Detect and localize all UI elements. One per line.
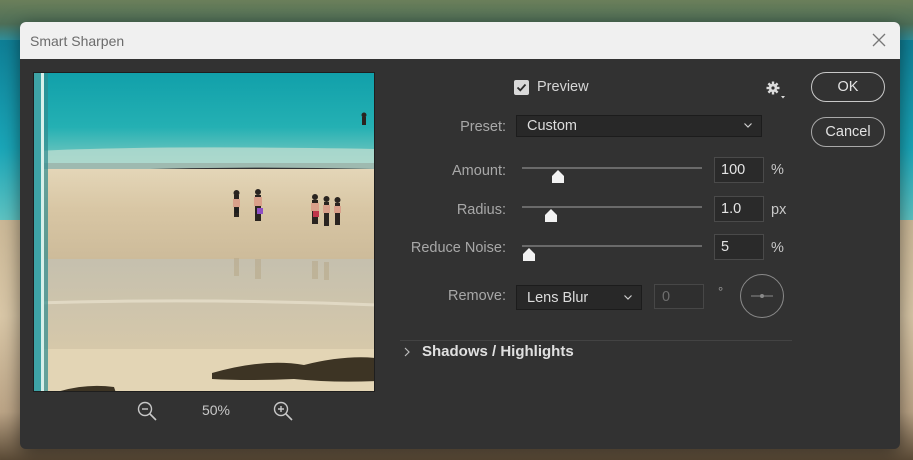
remove-label: Remove:	[447, 288, 506, 304]
title-bar[interactable]: Smart Sharpen	[20, 22, 900, 59]
amount-label: Amount:	[452, 163, 506, 179]
preset-value: Custom	[527, 118, 577, 134]
radius-label: Radius:	[456, 202, 506, 218]
chevron-right-icon	[404, 347, 410, 356]
remove-value: Lens Blur	[527, 289, 589, 306]
amount-input[interactable]: 100	[714, 157, 764, 183]
preset-select[interactable]: Custom	[516, 115, 762, 137]
chevron-down-icon	[624, 295, 632, 300]
radius-input[interactable]: 1.0	[714, 196, 764, 222]
slider-track	[522, 245, 702, 247]
settings-menu-button[interactable]	[764, 79, 788, 101]
zoom-bar: 50%	[33, 400, 375, 422]
zoom-in-icon	[273, 401, 293, 421]
chevron-down-icon	[744, 123, 752, 128]
angle-unit: °	[718, 284, 724, 299]
slider-thumb-icon[interactable]	[551, 170, 565, 184]
radius-slider[interactable]	[522, 199, 702, 223]
angle-dial-icon	[740, 274, 784, 318]
checkbox-check-icon	[516, 83, 527, 92]
ok-button[interactable]: OK	[811, 72, 885, 102]
preview-checkbox[interactable]	[514, 79, 529, 95]
preview-image[interactable]	[33, 72, 375, 392]
zoom-out-button[interactable]	[136, 400, 158, 422]
slider-thumb-icon[interactable]	[522, 248, 536, 262]
section-divider	[400, 340, 792, 341]
reduce-noise-slider[interactable]	[522, 238, 702, 262]
angle-dial[interactable]	[739, 273, 785, 319]
cancel-button[interactable]: Cancel	[811, 117, 885, 147]
close-button[interactable]	[870, 31, 888, 49]
preset-label: Preset:	[460, 119, 506, 135]
smart-sharpen-dialog: Smart Sharpen 50% Preview OK Cancel Pres…	[20, 22, 900, 449]
zoom-in-button[interactable]	[272, 400, 294, 422]
reduce-noise-input[interactable]: 5	[714, 234, 764, 260]
preview-toggle[interactable]: Preview	[514, 79, 589, 95]
shadows-highlights-label: Shadows / Highlights	[422, 343, 574, 360]
slider-track	[522, 206, 702, 208]
slider-thumb-icon[interactable]	[544, 209, 558, 223]
radius-unit: px	[771, 202, 787, 218]
reduce-noise-unit: %	[771, 240, 784, 256]
remove-select[interactable]: Lens Blur	[516, 285, 642, 310]
zoom-out-icon	[137, 401, 157, 421]
amount-slider[interactable]	[522, 160, 702, 184]
beach-preview	[34, 73, 374, 391]
close-icon	[872, 33, 886, 47]
gear-icon	[766, 81, 785, 99]
shadows-highlights-toggle[interactable]: Shadows / Highlights	[402, 343, 574, 360]
dialog-title: Smart Sharpen	[30, 32, 125, 49]
preview-label: Preview	[537, 79, 589, 95]
angle-input[interactable]: 0	[654, 284, 704, 309]
slider-track	[522, 167, 702, 169]
reduce-noise-label: Reduce Noise:	[410, 240, 506, 256]
zoom-level: 50%	[201, 402, 231, 418]
amount-unit: %	[771, 162, 784, 178]
